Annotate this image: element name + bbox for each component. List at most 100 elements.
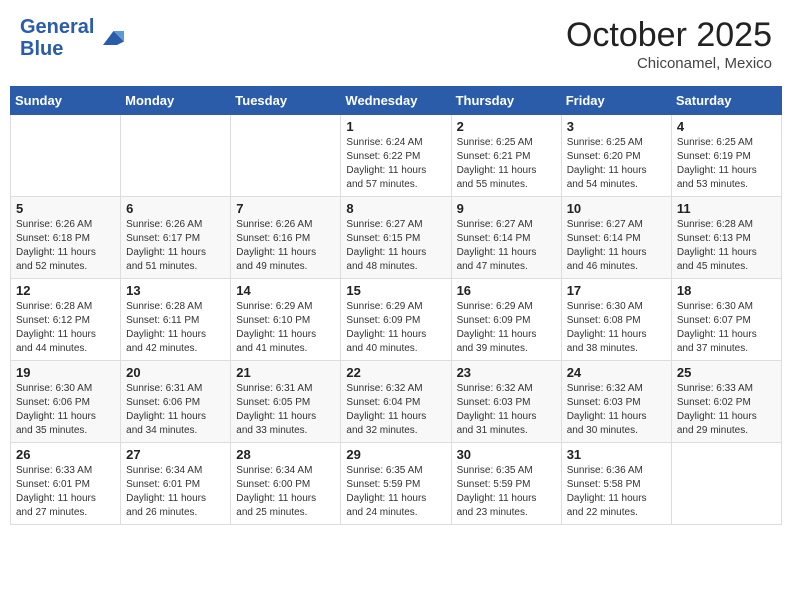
- day-number: 14: [236, 283, 335, 298]
- calendar-day-cell: 23 Sunrise: 6:32 AMSunset: 6:03 PMDayligh…: [451, 361, 561, 443]
- calendar-day-header: Saturday: [671, 87, 781, 115]
- calendar-day-cell: 18Sunrise: 6:30 AMSunset: 6:07 PMDayligh…: [671, 279, 781, 361]
- day-number: 7: [236, 201, 335, 216]
- calendar-day-cell: 9Sunrise: 6:27 AMSunset: 6:14 PMDaylight…: [451, 197, 561, 279]
- day-number: 2: [457, 119, 556, 134]
- day-number: 1: [346, 119, 445, 134]
- calendar-week-row: 1 Sunrise: 6:24 AMSunset: 6:22 PMDaylight…: [11, 115, 782, 197]
- day-info: Sunrise: 6:29 AMSunset: 6:10 PMDaylight:…: [236, 300, 335, 356]
- day-number: 11: [677, 201, 776, 216]
- day-number: 29: [346, 447, 445, 462]
- day-number: 30: [457, 447, 556, 462]
- calendar-day-cell: 30Sunrise: 6:35 AMSunset: 5:59 PMDayligh…: [451, 443, 561, 525]
- day-info: Sunrise: 6:25 AMSunset: 6:21 PMDaylight:…: [457, 136, 556, 192]
- calendar-day-cell: 7 Sunrise: 6:26 AMSunset: 6:16 PMDaylight…: [231, 197, 341, 279]
- calendar-day-cell: 11 Sunrise: 6:28 AMSunset: 6:13 PMDayligh…: [671, 197, 781, 279]
- logo-line2: Blue: [20, 38, 94, 60]
- logo-icon: [96, 24, 124, 52]
- day-number: 12: [16, 283, 115, 298]
- calendar-day-header: Monday: [121, 87, 231, 115]
- calendar-day-cell: 1 Sunrise: 6:24 AMSunset: 6:22 PMDaylight…: [341, 115, 451, 197]
- day-number: 28: [236, 447, 335, 462]
- day-info: Sunrise: 6:34 AMSunset: 6:00 PMDaylight:…: [236, 464, 335, 520]
- calendar-day-cell: 15 Sunrise: 6:29 AMSunset: 6:09 PMDayligh…: [341, 279, 451, 361]
- calendar-day-cell: [121, 115, 231, 197]
- calendar-day-cell: 24Sunrise: 6:32 AMSunset: 6:03 PMDayligh…: [561, 361, 671, 443]
- day-info: Sunrise: 6:28 AMSunset: 6:12 PMDaylight:…: [16, 300, 115, 356]
- location-subtitle: Chiconamel, Mexico: [566, 55, 772, 72]
- day-info: Sunrise: 6:26 AMSunset: 6:16 PMDaylight:…: [236, 218, 335, 274]
- day-info: Sunrise: 6:31 AMSunset: 6:05 PMDaylight:…: [236, 382, 335, 438]
- month-title: October 2025: [566, 16, 772, 55]
- day-info: Sunrise: 6:28 AMSunset: 6:13 PMDaylight:…: [677, 218, 776, 274]
- day-number: 9: [457, 201, 556, 216]
- page-header: General Blue October 2025 Chiconamel, Me…: [10, 10, 782, 78]
- calendar-day-cell: [671, 443, 781, 525]
- calendar-day-header: Friday: [561, 87, 671, 115]
- calendar-day-cell: 27 Sunrise: 6:34 AMSunset: 6:01 PMDayligh…: [121, 443, 231, 525]
- day-info: Sunrise: 6:26 AMSunset: 6:17 PMDaylight:…: [126, 218, 225, 274]
- calendar-day-cell: 17Sunrise: 6:30 AMSunset: 6:08 PMDayligh…: [561, 279, 671, 361]
- day-number: 10: [567, 201, 666, 216]
- calendar-day-cell: 8 Sunrise: 6:27 AMSunset: 6:15 PMDaylight…: [341, 197, 451, 279]
- calendar-week-row: 26Sunrise: 6:33 AMSunset: 6:01 PMDayligh…: [11, 443, 782, 525]
- day-number: 5: [16, 201, 115, 216]
- day-info: Sunrise: 6:30 AMSunset: 6:06 PMDaylight:…: [16, 382, 115, 438]
- calendar-day-cell: 22 Sunrise: 6:32 AMSunset: 6:04 PMDayligh…: [341, 361, 451, 443]
- calendar-header-row: SundayMondayTuesdayWednesdayThursdayFrid…: [11, 87, 782, 115]
- day-info: Sunrise: 6:28 AMSunset: 6:11 PMDaylight:…: [126, 300, 225, 356]
- day-number: 8: [346, 201, 445, 216]
- day-info: Sunrise: 6:29 AMSunset: 6:09 PMDaylight:…: [346, 300, 445, 356]
- day-info: Sunrise: 6:25 AMSunset: 6:19 PMDaylight:…: [677, 136, 776, 192]
- title-block: October 2025 Chiconamel, Mexico: [566, 16, 772, 72]
- calendar-day-cell: 3Sunrise: 6:25 AMSunset: 6:20 PMDaylight…: [561, 115, 671, 197]
- calendar-day-cell: 10 Sunrise: 6:27 AMSunset: 6:14 PMDayligh…: [561, 197, 671, 279]
- day-info: Sunrise: 6:30 AMSunset: 6:07 PMDaylight:…: [677, 300, 776, 356]
- day-number: 16: [457, 283, 556, 298]
- day-number: 22: [346, 365, 445, 380]
- calendar-day-cell: 29 Sunrise: 6:35 AMSunset: 5:59 PMDayligh…: [341, 443, 451, 525]
- calendar-week-row: 12 Sunrise: 6:28 AMSunset: 6:12 PMDayligh…: [11, 279, 782, 361]
- day-number: 23: [457, 365, 556, 380]
- calendar-day-cell: 31Sunrise: 6:36 AMSunset: 5:58 PMDayligh…: [561, 443, 671, 525]
- day-info: Sunrise: 6:30 AMSunset: 6:08 PMDaylight:…: [567, 300, 666, 356]
- day-info: Sunrise: 6:27 AMSunset: 6:15 PMDaylight:…: [346, 218, 445, 274]
- day-info: Sunrise: 6:29 AMSunset: 6:09 PMDaylight:…: [457, 300, 556, 356]
- day-number: 25: [677, 365, 776, 380]
- day-info: Sunrise: 6:34 AMSunset: 6:01 PMDaylight:…: [126, 464, 225, 520]
- day-info: Sunrise: 6:32 AMSunset: 6:04 PMDaylight:…: [346, 382, 445, 438]
- calendar-week-row: 19Sunrise: 6:30 AMSunset: 6:06 PMDayligh…: [11, 361, 782, 443]
- day-number: 27: [126, 447, 225, 462]
- day-info: Sunrise: 6:24 AMSunset: 6:22 PMDaylight:…: [346, 136, 445, 192]
- day-number: 4: [677, 119, 776, 134]
- day-info: Sunrise: 6:26 AMSunset: 6:18 PMDaylight:…: [16, 218, 115, 274]
- day-info: Sunrise: 6:32 AMSunset: 6:03 PMDaylight:…: [567, 382, 666, 438]
- day-info: Sunrise: 6:33 AMSunset: 6:02 PMDaylight:…: [677, 382, 776, 438]
- day-info: Sunrise: 6:35 AMSunset: 5:59 PMDaylight:…: [346, 464, 445, 520]
- day-info: Sunrise: 6:32 AMSunset: 6:03 PMDaylight:…: [457, 382, 556, 438]
- calendar-day-header: Thursday: [451, 87, 561, 115]
- day-info: Sunrise: 6:31 AMSunset: 6:06 PMDaylight:…: [126, 382, 225, 438]
- day-number: 20: [126, 365, 225, 380]
- calendar-day-cell: 21Sunrise: 6:31 AMSunset: 6:05 PMDayligh…: [231, 361, 341, 443]
- calendar-week-row: 5 Sunrise: 6:26 AMSunset: 6:18 PMDaylight…: [11, 197, 782, 279]
- calendar-day-cell: 12 Sunrise: 6:28 AMSunset: 6:12 PMDayligh…: [11, 279, 121, 361]
- calendar-day-cell: 20 Sunrise: 6:31 AMSunset: 6:06 PMDayligh…: [121, 361, 231, 443]
- calendar-day-cell: 16 Sunrise: 6:29 AMSunset: 6:09 PMDayligh…: [451, 279, 561, 361]
- calendar-day-cell: 14 Sunrise: 6:29 AMSunset: 6:10 PMDayligh…: [231, 279, 341, 361]
- day-number: 13: [126, 283, 225, 298]
- calendar-day-cell: 13 Sunrise: 6:28 AMSunset: 6:11 PMDayligh…: [121, 279, 231, 361]
- day-number: 15: [346, 283, 445, 298]
- calendar-day-cell: 4 Sunrise: 6:25 AMSunset: 6:19 PMDaylight…: [671, 115, 781, 197]
- calendar-day-header: Tuesday: [231, 87, 341, 115]
- day-info: Sunrise: 6:25 AMSunset: 6:20 PMDaylight:…: [567, 136, 666, 192]
- day-number: 6: [126, 201, 225, 216]
- calendar-day-cell: 2 Sunrise: 6:25 AMSunset: 6:21 PMDaylight…: [451, 115, 561, 197]
- day-info: Sunrise: 6:27 AMSunset: 6:14 PMDaylight:…: [567, 218, 666, 274]
- calendar-day-cell: [11, 115, 121, 197]
- calendar-day-header: Wednesday: [341, 87, 451, 115]
- day-number: 31: [567, 447, 666, 462]
- calendar-day-cell: 6 Sunrise: 6:26 AMSunset: 6:17 PMDaylight…: [121, 197, 231, 279]
- calendar-day-header: Sunday: [11, 87, 121, 115]
- calendar-day-cell: 28 Sunrise: 6:34 AMSunset: 6:00 PMDayligh…: [231, 443, 341, 525]
